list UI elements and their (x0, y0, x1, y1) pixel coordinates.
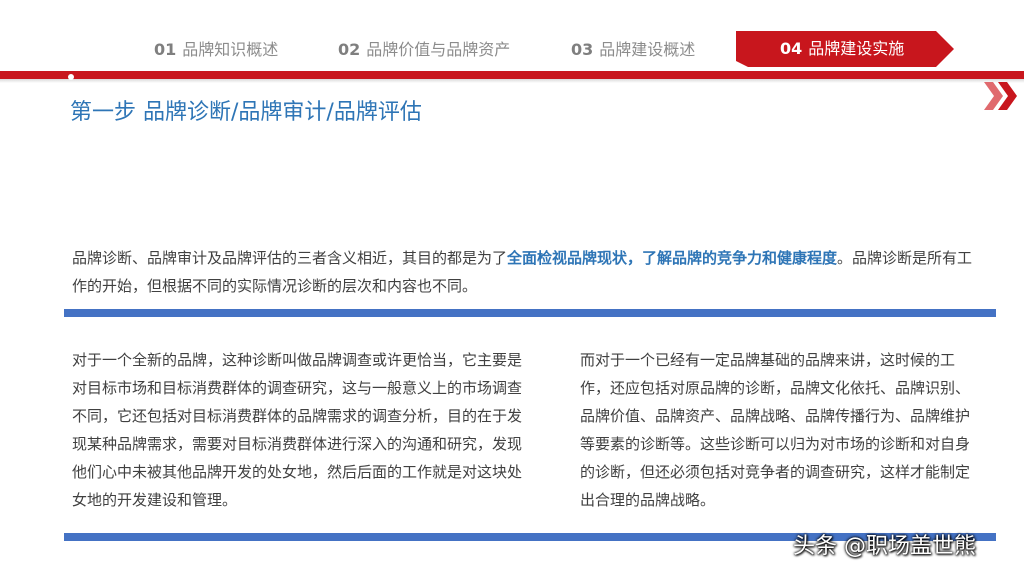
right-paragraph: 而对于一个已经有一定品牌基础的品牌来讲，这时候的工作，还应包括对原品牌的诊断，品… (580, 351, 971, 509)
header-red-bar (0, 71, 1024, 79)
watermark-text: 头条 @职场盖世熊 (793, 534, 976, 559)
nav-active-text: 04 品牌建设实施 (780, 37, 904, 61)
nav-item-number: 04 (780, 39, 803, 58)
nav-item-active-implementation[interactable]: 04 品牌建设实施 (736, 31, 954, 67)
nav-item-label: 品牌建设实施 (808, 39, 905, 58)
nav-item-label: 品牌建设概述 (599, 40, 696, 59)
nav-item-number: 03 (571, 40, 594, 59)
nav-item-number: 01 (154, 40, 177, 59)
intro-emphasis: 全面检视品牌现状，了解品牌的竞争力和健康程度 (507, 249, 838, 267)
nav-item-number: 02 (338, 40, 361, 59)
header-shadow (0, 79, 1024, 83)
double-chevron-right-icon (984, 82, 1017, 110)
page-title: 第一步 品牌诊断/品牌审计/品牌评估 (70, 100, 422, 125)
slide: 01 品牌知识概述 02 品牌价值与品牌资产 03 品牌建设概述 04 品牌建设实施 第… (0, 0, 1024, 576)
header-dot (68, 74, 74, 80)
nav-item-label: 品牌知识概述 (182, 40, 279, 59)
intro-paragraph: 品牌诊断、品牌审计及品牌评估的三者含义相近，其目的都是为了全面检视品牌现状，了解… (72, 244, 976, 300)
divider-bar-top (64, 309, 996, 317)
nav-item-brand-building[interactable]: 03 品牌建设概述 (571, 38, 695, 62)
intro-text-before: 品牌诊断、品牌审计及品牌评估的三者含义相近，其目的都是为了 (72, 249, 508, 267)
left-paragraph: 对于一个全新的品牌，这种诊断叫做品牌调查或许更恰当，它主要是对目标市场和目标消费… (72, 351, 523, 509)
nav-item-brand-value[interactable]: 02 品牌价值与品牌资产 (338, 38, 510, 62)
nav-item-label: 品牌价值与品牌资产 (366, 40, 511, 59)
nav-item-brand-knowledge[interactable]: 01 品牌知识概述 (154, 38, 278, 62)
